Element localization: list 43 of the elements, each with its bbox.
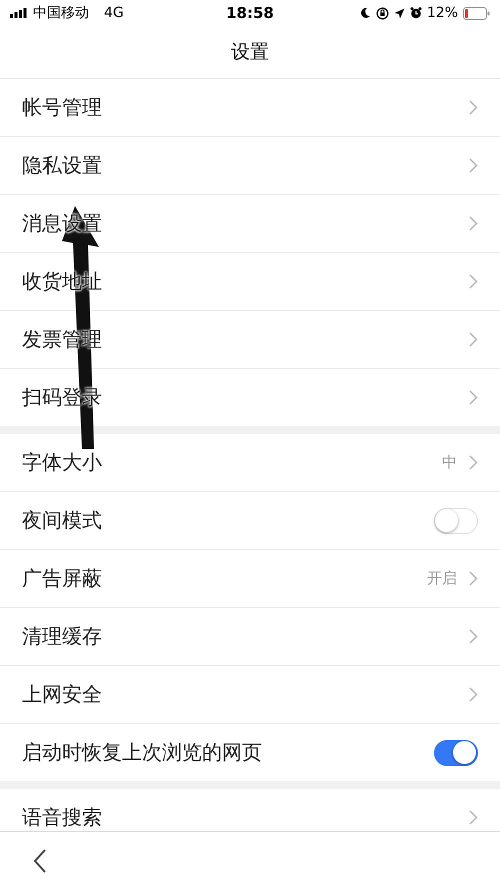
chevron-right-icon bbox=[469, 455, 478, 470]
settings-row[interactable]: 隐私设置 bbox=[0, 136, 500, 194]
carrier-name: 中国移动 bbox=[33, 4, 89, 22]
row-label: 启动时恢复上次浏览的网页 bbox=[22, 739, 262, 766]
chevron-right-icon bbox=[469, 629, 478, 644]
network-type: 4G bbox=[104, 5, 124, 21]
rotation-lock-icon bbox=[376, 6, 389, 20]
settings-row[interactable]: 帐号管理 bbox=[0, 79, 500, 136]
chevron-right-icon bbox=[469, 390, 478, 405]
row-label: 广告屏蔽 bbox=[22, 565, 102, 592]
row-label: 夜间模式 bbox=[22, 507, 102, 534]
settings-row[interactable]: 清理缓存 bbox=[0, 607, 500, 665]
signal-icon bbox=[10, 8, 28, 18]
row-label: 字体大小 bbox=[22, 449, 102, 476]
settings-row[interactable]: 夜间模式 bbox=[0, 491, 500, 549]
chevron-right-icon bbox=[469, 332, 478, 347]
chevron-right-icon bbox=[469, 274, 478, 289]
toggle-switch[interactable] bbox=[434, 740, 478, 766]
battery-percent: 12% bbox=[426, 5, 458, 21]
status-time: 18:58 bbox=[226, 4, 274, 22]
chevron-right-icon bbox=[469, 216, 478, 231]
page-title: 设置 bbox=[231, 40, 269, 65]
row-label: 上网安全 bbox=[22, 681, 102, 708]
row-value: 开启 bbox=[427, 569, 457, 588]
chevron-right-icon bbox=[469, 158, 478, 173]
back-icon[interactable] bbox=[33, 848, 47, 872]
settings-row[interactable]: 广告屏蔽 开启 bbox=[0, 549, 500, 607]
location-arrow-icon bbox=[394, 8, 405, 18]
chevron-right-icon bbox=[469, 100, 478, 115]
row-value: 中 bbox=[442, 453, 457, 472]
settings-row[interactable]: 上网安全 bbox=[0, 665, 500, 723]
settings-row[interactable]: 字体大小 中 bbox=[0, 434, 500, 491]
chevron-right-icon bbox=[469, 810, 478, 825]
row-label: 语音搜索 bbox=[22, 804, 102, 831]
settings-row[interactable]: 语音搜索 bbox=[0, 789, 500, 831]
chevron-right-icon bbox=[469, 687, 478, 702]
row-label: 隐私设置 bbox=[22, 152, 102, 179]
alarm-clock-icon bbox=[410, 7, 422, 19]
chevron-right-icon bbox=[469, 571, 478, 586]
row-label: 清理缓存 bbox=[22, 623, 102, 650]
battery-icon bbox=[463, 6, 490, 20]
moon-icon bbox=[360, 7, 371, 19]
row-label: 帐号管理 bbox=[22, 94, 102, 121]
